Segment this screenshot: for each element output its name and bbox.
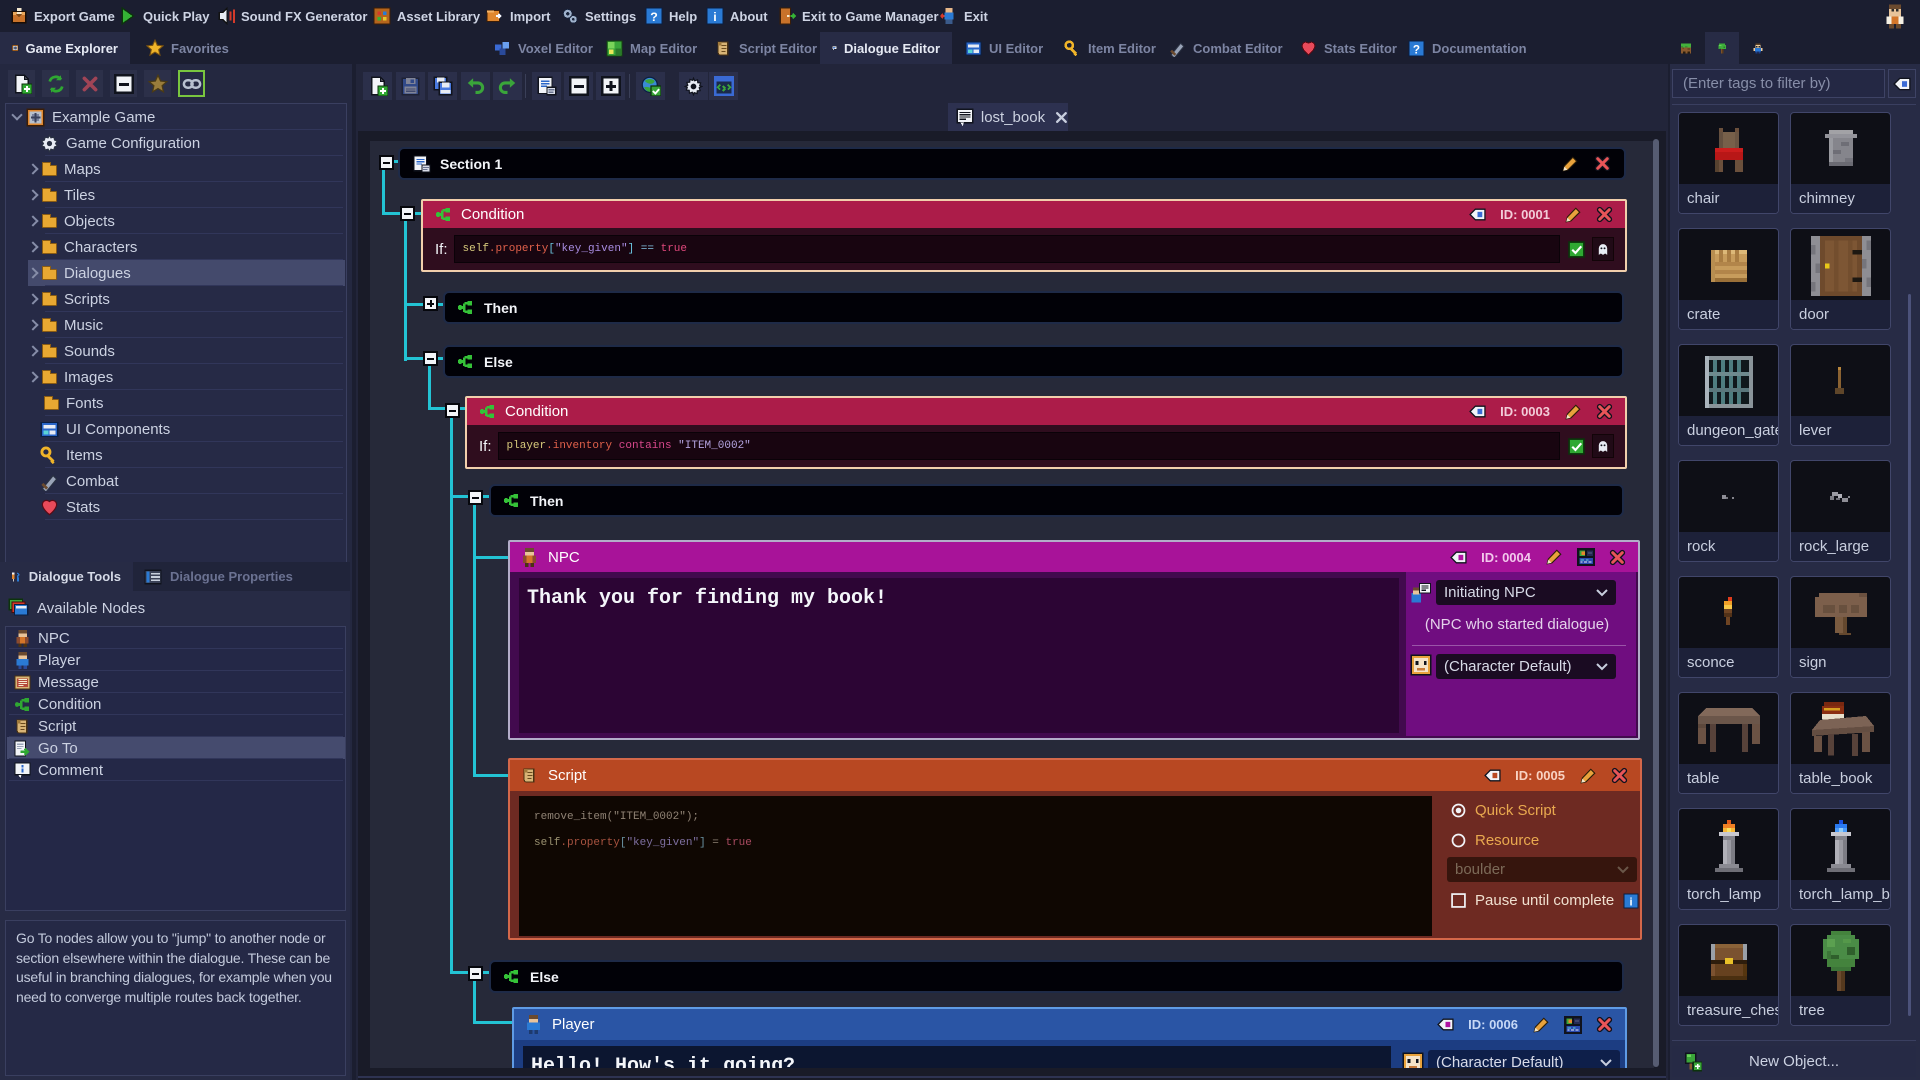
svg-text:i: i xyxy=(1630,896,1633,908)
svg-text:?: ? xyxy=(650,10,658,24)
svg-text:i: i xyxy=(713,10,716,24)
svg-text:?: ? xyxy=(1413,43,1420,56)
